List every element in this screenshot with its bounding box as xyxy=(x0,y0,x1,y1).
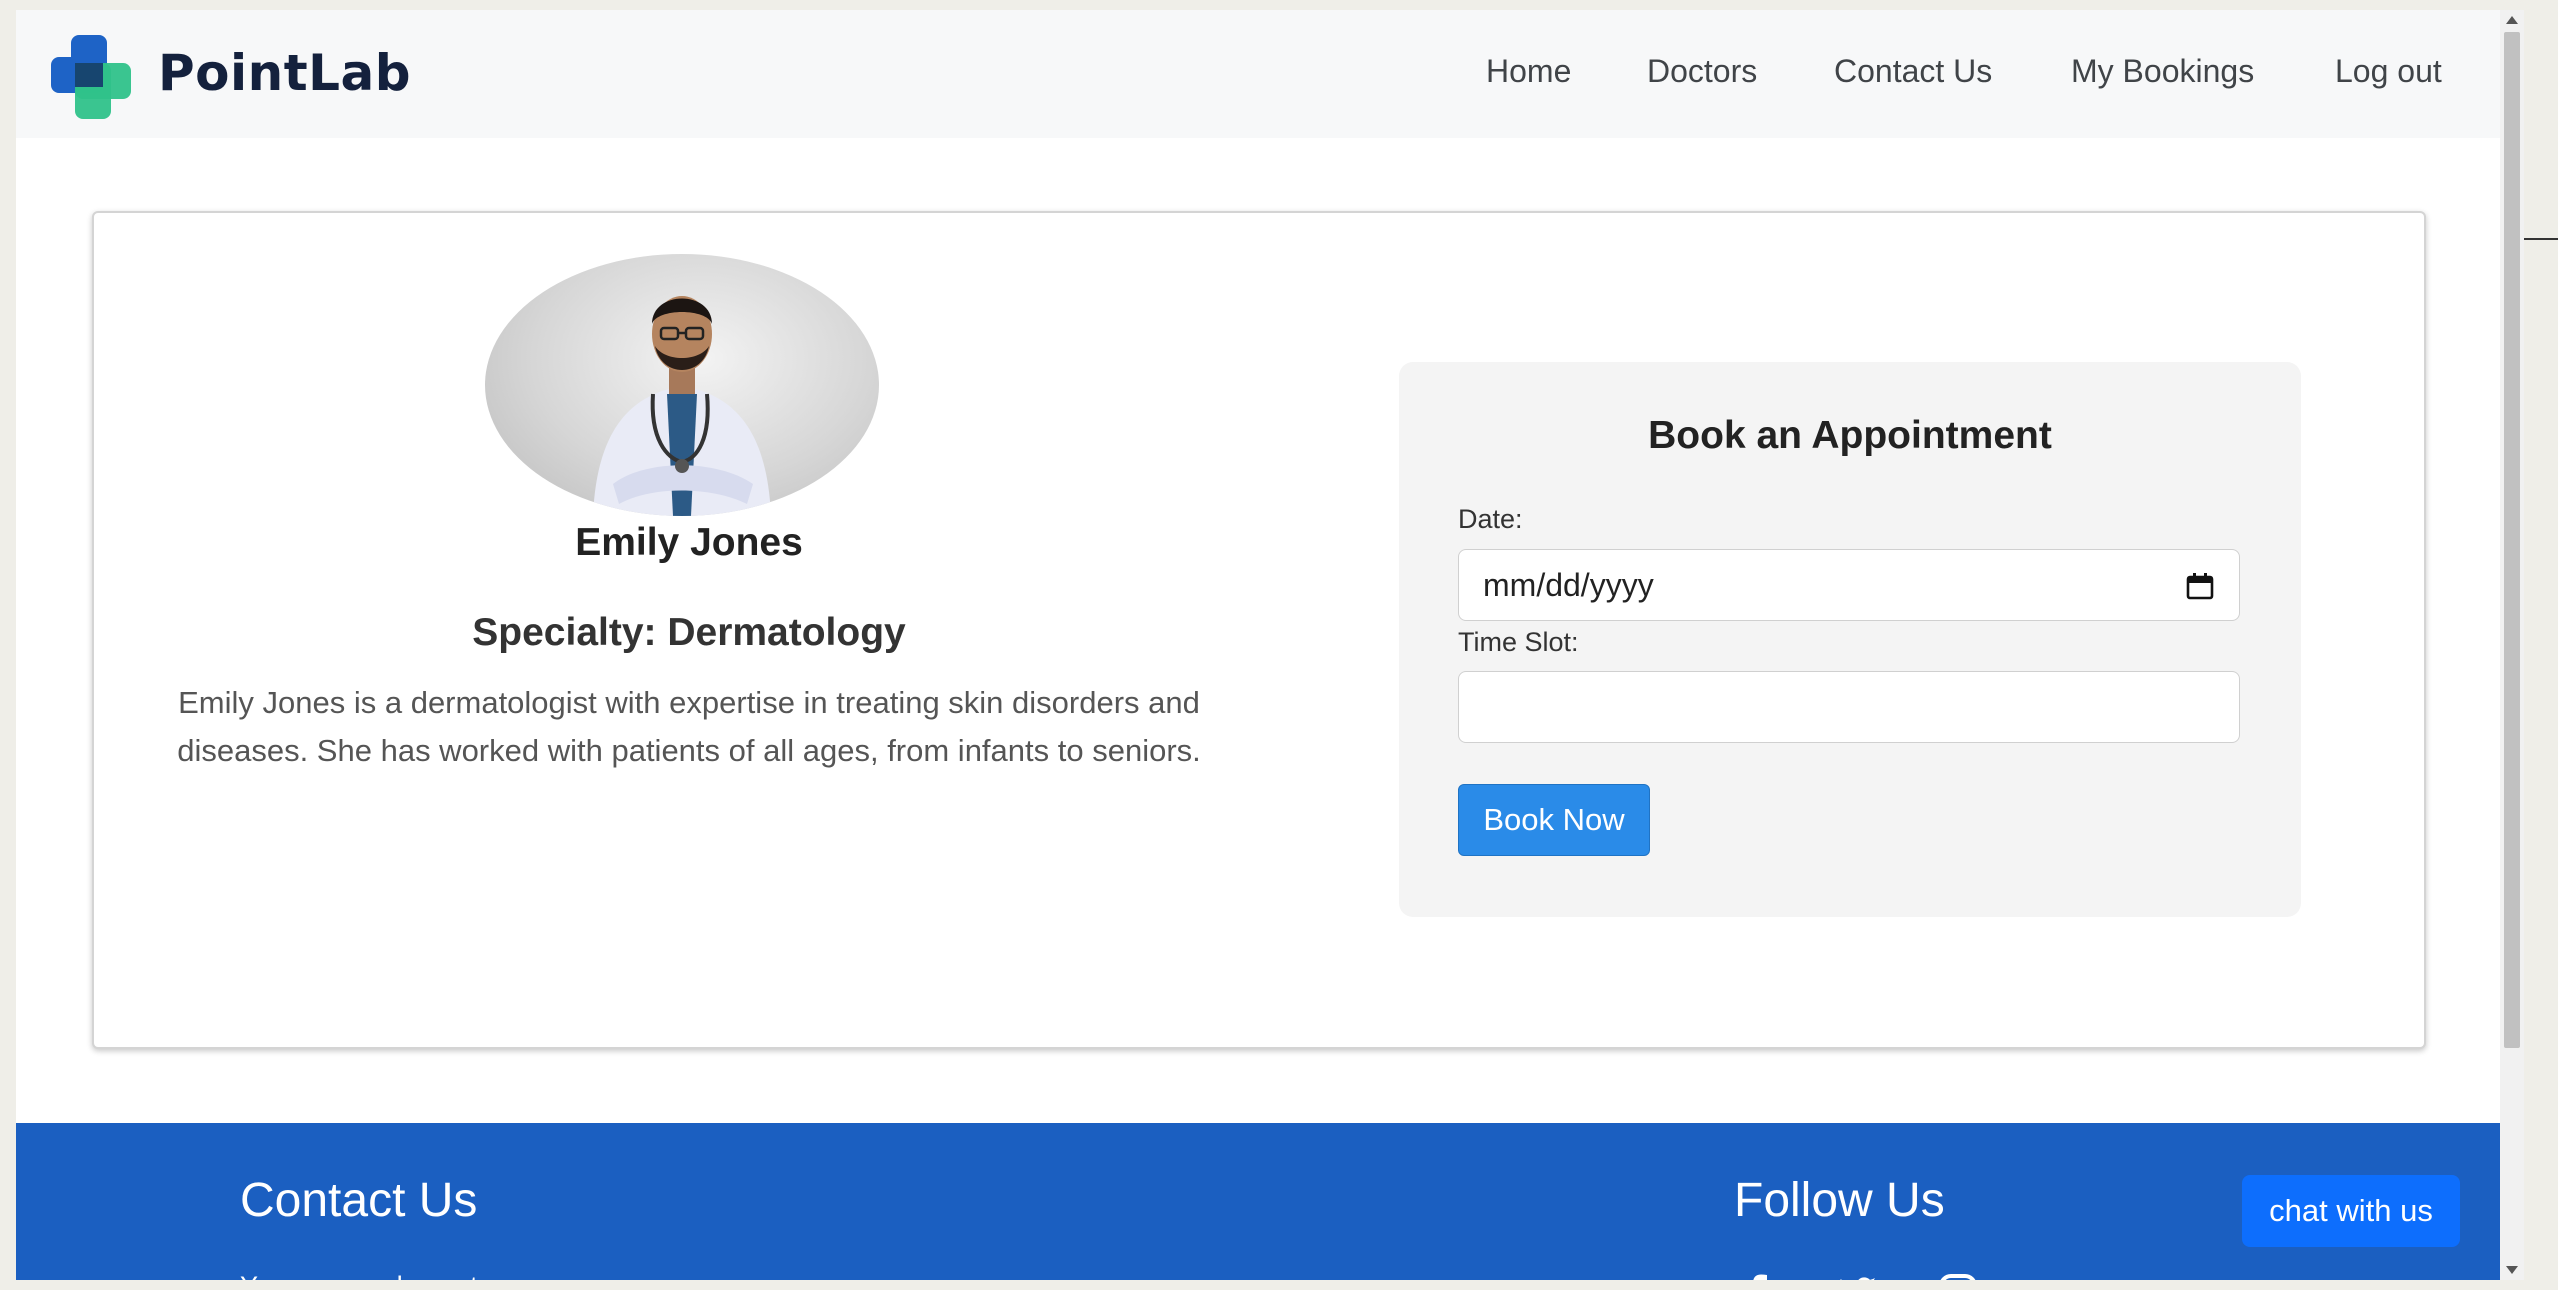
doctor-card: Emily Jones Specialty: Dermatology Emily… xyxy=(92,211,2426,1049)
page: PointLab Home Doctors Contact Us My Book… xyxy=(16,10,2500,1280)
scrollbar-thumb[interactable] xyxy=(2504,32,2520,1048)
facebook-icon[interactable] xyxy=(1738,1273,1778,1280)
footer-contact-heading: Contact Us xyxy=(240,1174,478,1227)
brand-name[interactable]: PointLab xyxy=(158,44,411,102)
time-slot-label: Time Slot: xyxy=(1458,627,1579,657)
nav-home[interactable]: Home xyxy=(1486,53,1571,90)
time-slot-input[interactable] xyxy=(1458,671,2240,743)
nav-log-out[interactable]: Log out xyxy=(2335,53,2442,90)
doctor-bio: Emily Jones is a dermatologist with expe… xyxy=(177,685,1201,768)
footer-follow-heading: Follow Us xyxy=(1734,1174,1945,1227)
doctor-specialty: Specialty: Dermatology xyxy=(472,611,906,654)
calendar-icon[interactable] xyxy=(2185,571,2215,601)
pointlab-logo-icon[interactable] xyxy=(47,33,135,121)
booking-title: Book an Appointment xyxy=(1648,414,2052,457)
doctor-name: Emily Jones xyxy=(575,521,803,564)
vertical-scrollbar[interactable] xyxy=(2500,10,2524,1280)
doctor-photo xyxy=(485,254,879,516)
footer-contact-text: You can reach us at: xyxy=(240,1271,485,1280)
nav-my-bookings[interactable]: My Bookings xyxy=(2071,53,2254,90)
scroll-up-arrow-icon[interactable] xyxy=(2505,14,2519,26)
footer: Contact Us You can reach us at: Follow U… xyxy=(16,1123,2500,1280)
chat-with-us-button[interactable]: chat with us xyxy=(2242,1175,2460,1247)
book-now-button[interactable]: Book Now xyxy=(1458,784,1650,856)
youtube-icon[interactable] xyxy=(2038,1273,2078,1280)
window-edge-marker xyxy=(2524,238,2558,240)
doctor-portrait-image xyxy=(593,296,771,516)
nav-contact-us[interactable]: Contact Us xyxy=(1834,53,1992,90)
nav-doctors[interactable]: Doctors xyxy=(1647,53,1757,90)
date-input[interactable]: mm/dd/yyyy xyxy=(1458,549,2240,621)
date-label: Date: xyxy=(1458,504,1523,534)
date-input-placeholder: mm/dd/yyyy xyxy=(1483,567,1654,603)
instagram-icon[interactable] xyxy=(1938,1273,1978,1280)
twitter-icon[interactable] xyxy=(1838,1273,1878,1280)
scroll-down-arrow-icon[interactable] xyxy=(2505,1264,2519,1276)
booking-panel: Book an Appointment Date: mm/dd/yyyy Tim… xyxy=(1399,362,2301,917)
navbar: PointLab Home Doctors Contact Us My Book… xyxy=(16,10,2500,138)
